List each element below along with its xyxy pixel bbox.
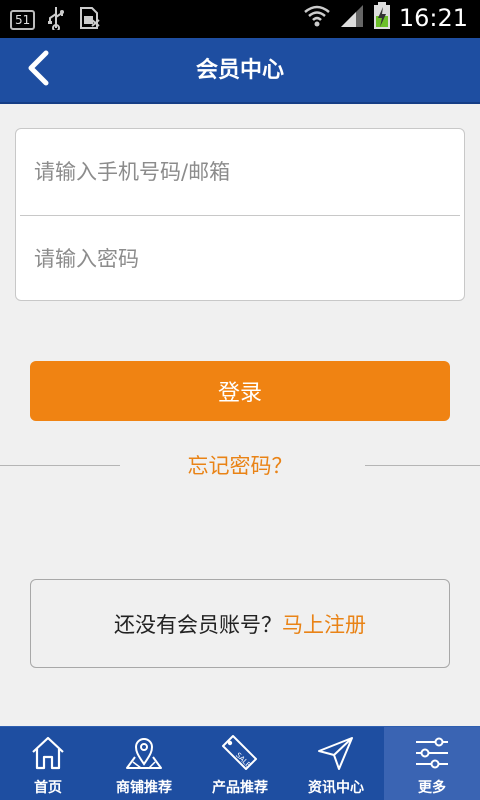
register-link[interactable]: 马上注册 xyxy=(282,609,366,639)
nav-item-shops[interactable]: 商铺推荐 xyxy=(96,727,192,800)
signal-icon xyxy=(339,3,365,33)
nav-item-home[interactable]: 首页 xyxy=(0,727,96,800)
nav-label: 产品推荐 xyxy=(212,780,268,796)
forgot-password-link[interactable]: 忘记密码？ xyxy=(0,450,480,482)
bottom-nav: 首页 商铺推荐 SALE 产品推荐 资讯中心 更多 xyxy=(0,726,480,800)
battery-charging-icon xyxy=(373,2,391,34)
back-button[interactable] xyxy=(18,50,58,90)
password-input[interactable] xyxy=(16,216,464,300)
status-bar: 51 16:21 xyxy=(0,0,480,38)
nav-label: 更多 xyxy=(418,780,446,796)
sliders-icon xyxy=(412,733,452,773)
nav-label: 商铺推荐 xyxy=(116,780,172,796)
nav-label: 资讯中心 xyxy=(308,780,364,796)
page-title: 会员中心 xyxy=(195,58,284,83)
sale-tag-icon: SALE xyxy=(220,733,260,773)
nav-item-products[interactable]: SALE 产品推荐 xyxy=(192,727,288,800)
sim-icon xyxy=(77,6,101,34)
login-form xyxy=(15,128,465,301)
divider-right xyxy=(365,465,480,466)
login-button[interactable]: 登录 xyxy=(30,361,450,421)
account-input[interactable] xyxy=(16,129,464,215)
nav-item-news[interactable]: 资讯中心 xyxy=(288,727,384,800)
app-header: 会员中心 xyxy=(0,38,480,104)
register-box: 还没有会员账号？ 马上注册 xyxy=(30,579,450,668)
wifi-icon xyxy=(303,3,331,33)
status-bar-right: 16:21 xyxy=(303,2,468,34)
home-icon xyxy=(28,733,68,773)
clock: 16:21 xyxy=(398,4,468,32)
usb-icon xyxy=(47,6,65,34)
nav-label: 首页 xyxy=(34,780,62,796)
notification-badge: 51 xyxy=(10,10,36,30)
forgot-password-row: 忘记密码？ xyxy=(0,450,480,482)
paper-plane-icon xyxy=(316,733,356,773)
status-bar-left: 51 xyxy=(10,6,101,34)
map-pin-icon xyxy=(124,733,164,773)
nav-item-more[interactable]: 更多 xyxy=(384,727,480,800)
register-prompt: 还没有会员账号？ xyxy=(114,612,282,637)
chevron-left-icon xyxy=(26,50,50,90)
